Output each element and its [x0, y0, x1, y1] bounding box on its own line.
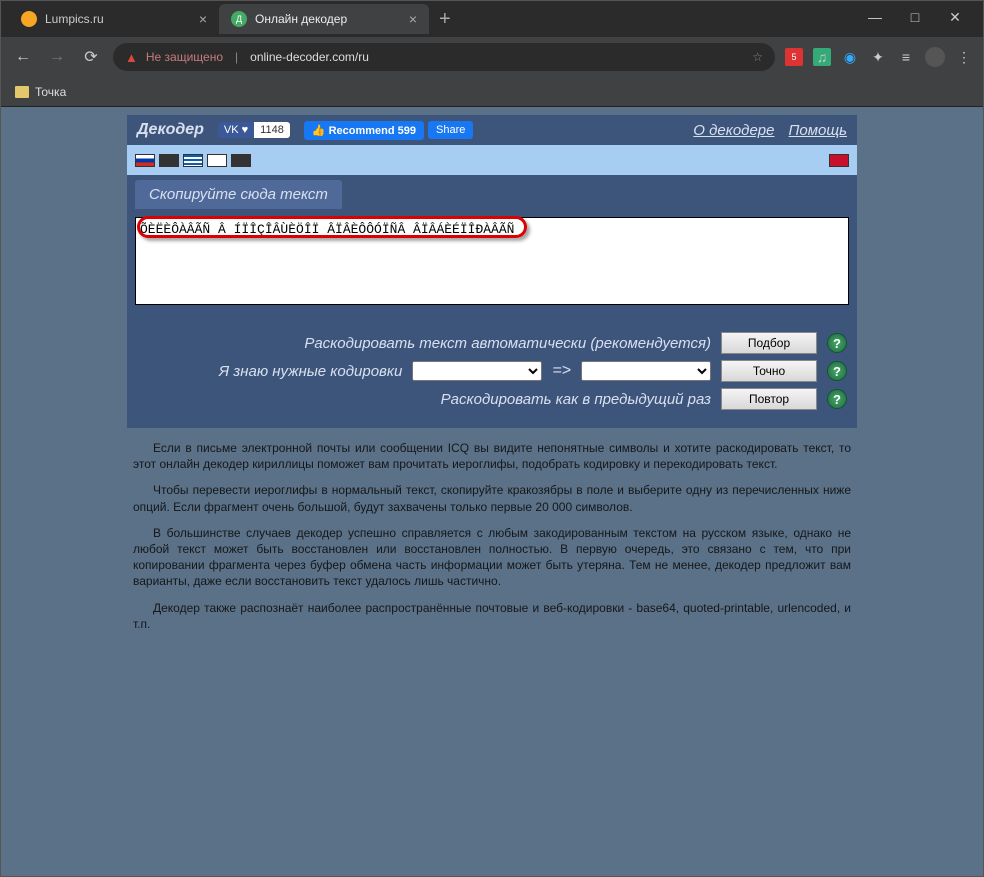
page-viewport: Декодер VK ♥ 1148 👍 Recommend 599 Share … [1, 107, 983, 876]
warning-icon: ▲ [125, 50, 138, 65]
extensions: 5 ♫ ◉ ✦ ≡ ⋮ [785, 47, 973, 67]
source-encoding-select[interactable] [412, 361, 542, 381]
help-link[interactable]: Помощь [789, 122, 848, 139]
desc-paragraph: Чтобы перевести иероглифы в нормальный т… [133, 482, 851, 514]
flag-icon[interactable] [159, 154, 179, 167]
star-icon[interactable]: ☆ [752, 50, 763, 64]
security-warning: Не защищено [146, 50, 223, 64]
reload-button[interactable]: ⟳ [79, 47, 103, 67]
browser-window: Lumpics.ru × Д Онлайн декодер × + — □ ✕ … [0, 0, 984, 877]
desc-paragraph: Декодер также распознаёт наиболее распро… [133, 600, 851, 632]
close-button[interactable]: ✕ [935, 3, 975, 31]
avatar[interactable] [925, 47, 945, 67]
flag-ru-icon[interactable] [135, 154, 155, 167]
puzzle-icon[interactable]: ✦ [869, 48, 887, 66]
flag-gr-icon[interactable] [183, 154, 203, 167]
back-button[interactable]: ← [11, 48, 35, 66]
url-text: online-decoder.com/ru [250, 50, 369, 64]
ext-icon-2[interactable]: ♫ [813, 48, 831, 66]
decode-input[interactable] [135, 217, 849, 305]
decode-controls: Раскодировать текст автоматически (реком… [127, 318, 857, 428]
help-icon[interactable]: ? [827, 361, 847, 381]
input-section [127, 209, 857, 318]
flag-il-icon[interactable] [207, 154, 227, 167]
address-bar[interactable]: ▲ Не защищено | online-decoder.com/ru ☆ [113, 43, 775, 71]
tab-title: Онлайн декодер [255, 12, 347, 26]
vk-widget[interactable]: VK ♥ 1148 [218, 122, 290, 138]
fb-share-button[interactable]: Share [428, 121, 473, 139]
fb-widget: 👍 Recommend 599 Share [304, 121, 474, 140]
flag-gb-icon[interactable] [829, 154, 849, 167]
exact-decode-button[interactable]: Точно [721, 360, 817, 382]
arrow-label: => [552, 362, 571, 380]
fb-recommend-button[interactable]: 👍 Recommend 599 [304, 121, 424, 140]
address-bar-row: ← → ⟳ ▲ Не защищено | online-decoder.com… [1, 37, 983, 77]
language-flags [127, 145, 857, 175]
reading-list-icon[interactable]: ≡ [897, 48, 915, 66]
new-tab-button[interactable]: + [429, 8, 461, 31]
section-tabs: Скопируйте сюда текст [127, 175, 857, 209]
forward-button[interactable]: → [45, 48, 69, 66]
tab-decoder[interactable]: Д Онлайн декодер × [219, 4, 429, 34]
menu-icon[interactable]: ⋮ [955, 48, 973, 66]
minimize-button[interactable]: — [855, 3, 895, 31]
bookmarks-bar: Точка [1, 77, 983, 107]
repeat-decode-label: Раскодировать как в предыдущий раз [441, 391, 711, 408]
flag-icon[interactable] [231, 154, 251, 167]
lumpics-favicon [21, 11, 37, 27]
tab-strip: Lumpics.ru × Д Онлайн декодер × + — □ ✕ [1, 1, 983, 37]
target-encoding-select[interactable] [581, 361, 711, 381]
page-content: Декодер VK ♥ 1148 👍 Recommend 599 Share … [127, 115, 857, 654]
site-brand[interactable]: Декодер [137, 121, 204, 139]
repeat-decode-button[interactable]: Повтор [721, 388, 817, 410]
tab-lumpics[interactable]: Lumpics.ru × [9, 4, 219, 34]
decoder-favicon: Д [231, 11, 247, 27]
vk-count: 1148 [254, 122, 290, 138]
auto-decode-label: Раскодировать текст автоматически (реком… [304, 335, 711, 352]
description-text: Если в письме электронной почты или сооб… [127, 428, 857, 654]
auto-decode-button[interactable]: Подбор [721, 332, 817, 354]
site-topbar: Декодер VK ♥ 1148 👍 Recommend 599 Share … [127, 115, 857, 145]
close-icon[interactable]: × [409, 11, 417, 27]
help-icon[interactable]: ? [827, 333, 847, 353]
tab-title: Lumpics.ru [45, 12, 104, 26]
about-link[interactable]: О декодере [693, 122, 774, 139]
maximize-button[interactable]: □ [895, 3, 935, 31]
help-icon[interactable]: ? [827, 389, 847, 409]
bookmark-folder-icon [15, 86, 29, 98]
desc-paragraph: Если в письме электронной почты или сооб… [133, 440, 851, 472]
ext-icon-1[interactable]: 5 [785, 48, 803, 66]
desc-paragraph: В большинстве случаев декодер успешно сп… [133, 525, 851, 590]
paste-text-tab[interactable]: Скопируйте сюда текст [135, 180, 342, 209]
close-icon[interactable]: × [199, 11, 207, 27]
known-encodings-label: Я знаю нужные кодировки [219, 363, 402, 380]
vk-like-button[interactable]: VK ♥ [218, 122, 254, 138]
bookmark-item[interactable]: Точка [35, 85, 66, 99]
ext-icon-3[interactable]: ◉ [841, 48, 859, 66]
